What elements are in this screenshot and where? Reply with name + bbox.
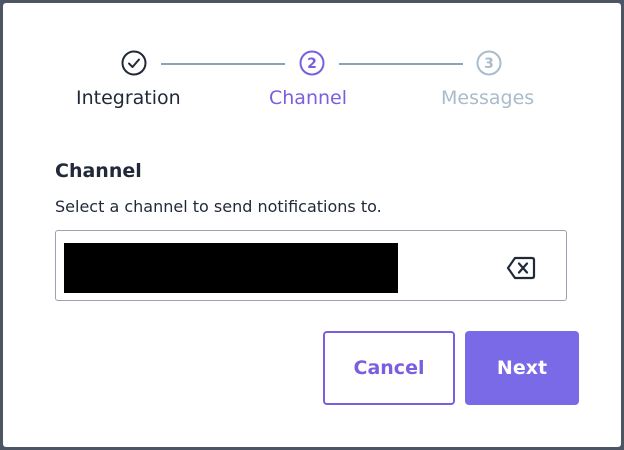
channel-setup-modal: 2 3 Integration Channel Messages Channel… [3, 3, 621, 447]
step-number-3-icon: 3 [476, 50, 502, 76]
next-button[interactable]: Next [465, 331, 579, 405]
step-number-2-icon: 2 [299, 50, 325, 76]
channel-select[interactable] [55, 230, 567, 301]
cancel-button[interactable]: Cancel [323, 331, 455, 405]
step-connector-1 [161, 63, 285, 65]
svg-text:2: 2 [307, 56, 317, 72]
field-help-text: Select a channel to send notifications t… [55, 197, 382, 216]
step-label-messages: Messages [441, 87, 535, 109]
step-label-channel: Channel [269, 87, 348, 109]
redacted-selected-value [64, 243, 398, 293]
field-title: Channel [55, 160, 142, 182]
backspace-clear-icon[interactable] [506, 256, 536, 280]
step-connector-2 [339, 63, 463, 65]
check-circle-icon [121, 50, 147, 76]
svg-text:3: 3 [484, 56, 494, 72]
progress-stepper: 2 3 Integration Channel Messages [3, 3, 621, 123]
step-label-integration: Integration [76, 87, 181, 109]
